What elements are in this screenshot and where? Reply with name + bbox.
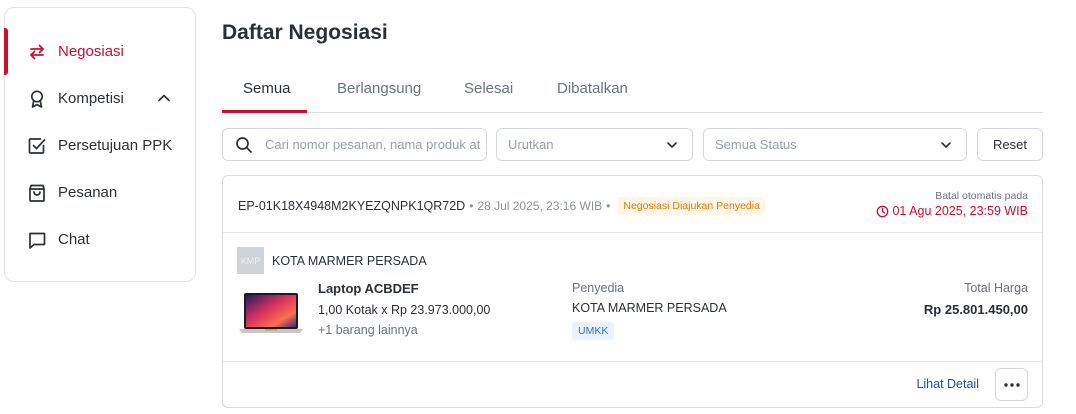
swap-arrows-icon: [27, 42, 47, 62]
search-box: [222, 128, 487, 161]
tab-selesai[interactable]: Selesai: [464, 80, 513, 97]
separator-dot: •: [469, 199, 474, 213]
more-horizontal-icon: [1003, 382, 1020, 387]
chevron-up-icon[interactable]: [155, 89, 173, 107]
view-detail-link[interactable]: Lihat Detail: [916, 377, 979, 391]
tab-semua[interactable]: Semua: [243, 80, 291, 97]
seller-logo: KMP: [237, 247, 264, 274]
more-options-button[interactable]: [995, 368, 1028, 401]
shopping-bag-icon: [27, 183, 47, 203]
award-ribbon-icon: [27, 89, 47, 109]
auto-cancel-deadline-text: 01 Agu 2025, 23:59 WIB: [892, 204, 1028, 218]
status-badge: Negosiasi Diajukan Penyedia: [618, 197, 765, 215]
active-tab-indicator: [222, 110, 307, 113]
sidebar-item-label: Persetujuan PPK: [58, 137, 173, 154]
tab-bar: Semua Berlangsung Selesai Dibatalkan: [222, 64, 1043, 113]
sidebar: Negosiasi Kompetisi Persetujuan PPK Pesa…: [4, 7, 196, 282]
separator-dot: •: [606, 199, 611, 213]
reset-button[interactable]: Reset: [977, 128, 1043, 161]
order-card-footer: Lihat Detail: [223, 361, 1042, 407]
page-title: Daftar Negosiasi: [222, 21, 388, 44]
order-card-header: EP-01K18X4948M2KYEZQNPK1QR72D • 28 Jul 2…: [223, 176, 1042, 233]
tab-berlangsung[interactable]: Berlangsung: [337, 80, 421, 97]
clock-icon: [877, 205, 889, 217]
provider-name: KOTA MARMER PERSADA: [572, 301, 727, 315]
total-price-label: Total Harga: [964, 281, 1028, 295]
product-name: Laptop ACBDEF: [318, 281, 419, 296]
sidebar-item-label: Pesanan: [58, 184, 118, 201]
provider-info: Penyedia KOTA MARMER PERSADA UMKK: [572, 281, 727, 340]
order-card: EP-01K18X4948M2KYEZQNPK1QR72D • 28 Jul 2…: [222, 175, 1043, 408]
sort-select[interactable]: Urutkan: [496, 128, 693, 161]
chevron-down-icon: [941, 142, 951, 148]
sidebar-item-kompetisi[interactable]: Kompetisi: [5, 75, 195, 122]
tab-dibatalkan[interactable]: Dibatalkan: [557, 80, 628, 97]
total-price-value: Rp 25.801.450,00: [923, 302, 1028, 317]
product-quantity-price: 1,00 Kotak x Rp 23.973.000,00: [318, 303, 491, 317]
laptop-product-image: [239, 293, 303, 333]
sidebar-item-label: Kompetisi: [58, 90, 124, 107]
sidebar-item-label: Chat: [58, 231, 90, 248]
more-items-count: +1 barang lainnya: [318, 323, 418, 337]
status-select[interactable]: Semua Status: [703, 128, 967, 161]
provider-label: Penyedia: [572, 281, 625, 295]
order-id: EP-01K18X4948M2KYEZQNPK1QR72D: [238, 199, 466, 213]
auto-cancel-deadline: 01 Agu 2025, 23:59 WIB: [876, 204, 1028, 218]
seller-name: KOTA MARMER PERSADA: [272, 253, 427, 268]
auto-cancel-info: Batal otomatis pada 01 Agu 2025, 23:59 W…: [876, 190, 1028, 218]
sidebar-item-persetujuan-ppk[interactable]: Persetujuan PPK: [5, 122, 195, 169]
chat-bubble-icon: [27, 230, 47, 250]
total-price: Total Harga Rp 25.801.450,00: [924, 281, 1028, 317]
search-input[interactable]: [265, 137, 481, 152]
seller-row: KMP KOTA MARMER PERSADA: [237, 247, 427, 274]
sidebar-item-chat[interactable]: Chat: [5, 216, 195, 263]
checkbox-icon: [27, 136, 47, 156]
chevron-down-icon: [667, 142, 677, 148]
product-info: Laptop ACBDEF 1,00 Kotak x Rp 23.973.000…: [318, 281, 490, 337]
order-date: 28 Jul 2025, 23:16 WIB: [477, 199, 603, 213]
auto-cancel-label: Batal otomatis pada: [935, 190, 1028, 202]
sidebar-item-pesanan[interactable]: Pesanan: [5, 169, 195, 216]
sort-select-placeholder: Urutkan: [508, 137, 554, 152]
status-select-placeholder: Semua Status: [715, 137, 797, 152]
search-icon: [236, 136, 252, 153]
sidebar-item-negosiasi[interactable]: Negosiasi: [4, 28, 195, 75]
sidebar-item-label: Negosiasi: [58, 43, 124, 60]
umkk-badge: UMKK: [572, 322, 615, 340]
